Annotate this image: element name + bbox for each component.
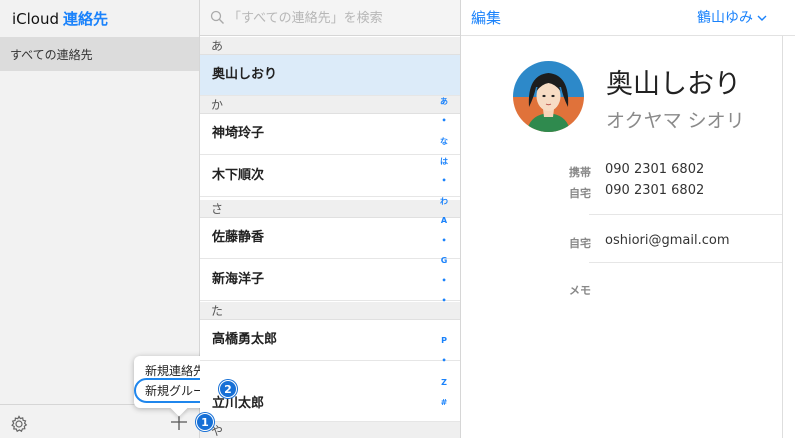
alpha-index-item[interactable]: な [434, 136, 454, 147]
field-label-home-phone: 自宅 [569, 187, 591, 200]
contact-detail-pane: 編集 鶴山ゆみ 奥山しおり オクヤマ シオリ 携帯 090 2301 6802 … [461, 0, 795, 438]
field-label-mobile: 携帯 [569, 166, 591, 179]
step-badge-2: 2 [219, 380, 237, 398]
alpha-index-item[interactable]: • [434, 176, 454, 185]
alpha-index-item[interactable]: G [434, 256, 454, 265]
contact-row[interactable]: 奥山しおり [200, 55, 460, 96]
gear-icon[interactable] [9, 414, 29, 434]
user-menu[interactable]: 鶴山ゆみ [697, 7, 767, 27]
group-all-contacts[interactable]: すべての連絡先 [0, 37, 199, 71]
brand-label: iCloud [12, 10, 60, 28]
contact-row[interactable]: 神埼玲子 [200, 114, 460, 155]
section-header-ka: か [200, 96, 460, 114]
field-value-mobile[interactable]: 090 2301 6802 [605, 162, 704, 177]
field-label-memo: メモ [569, 284, 591, 297]
contact-name: 奥山しおり [606, 69, 741, 100]
field-label-home-email: 自宅 [569, 237, 591, 250]
contact-row[interactable]: 新海洋子 [200, 260, 460, 301]
contact-row[interactable]: 佐藤静香 [200, 218, 460, 259]
edit-button[interactable]: 編集 [471, 7, 501, 28]
alpha-index-item[interactable]: A [434, 216, 454, 225]
search-input[interactable] [228, 7, 428, 29]
alpha-index-item[interactable]: Z [434, 378, 454, 387]
field-value-home-phone[interactable]: 090 2301 6802 [605, 183, 704, 198]
app-name-label: 連絡先 [63, 10, 109, 28]
alpha-index-item[interactable]: • [434, 296, 454, 305]
detail-header: 編集 鶴山ゆみ [461, 0, 795, 36]
alpha-index-item[interactable]: # [434, 398, 454, 407]
divider [589, 262, 783, 263]
app-title: iCloud 連絡先 [12, 8, 108, 29]
contact-list-pane: あ 奥山しおり か 神埼玲子 木下順次 さ 佐藤静香 新海洋子 た 高橋勇太郎 … [200, 0, 461, 438]
contact-row[interactable]: 立川太郎 [200, 362, 460, 422]
alpha-index-item[interactable]: わ [434, 196, 454, 207]
alpha-index-item[interactable]: • [434, 276, 454, 285]
alpha-index-item[interactable]: あ [434, 96, 454, 107]
section-header-ta: た [200, 302, 460, 320]
alphabet-index[interactable]: あ • な は • わ A • G • • P • Z # [434, 96, 454, 407]
contact-kana: オクヤマ シオリ [606, 110, 745, 132]
alpha-index-item[interactable]: • [434, 236, 454, 245]
field-value-home-email[interactable]: oshiori@gmail.com [605, 233, 730, 248]
divider [589, 214, 783, 215]
search-icon [210, 10, 224, 24]
section-header-ya: や [200, 422, 460, 438]
alpha-index-item[interactable]: • [434, 116, 454, 125]
alpha-index-item[interactable]: は [434, 156, 454, 167]
chevron-down-icon [757, 15, 767, 21]
search-box [200, 0, 460, 36]
step-badge-1: 1 [196, 413, 214, 431]
contact-row[interactable]: 木下順次 [200, 156, 460, 197]
avatar [513, 61, 584, 132]
section-header-a: あ [200, 37, 460, 55]
alpha-index-item[interactable]: P [434, 336, 454, 345]
pane-edge [782, 36, 783, 438]
sidebar-bottom-bar [0, 404, 199, 438]
section-header-sa: さ [200, 200, 460, 218]
contact-row[interactable]: 高橋勇太郎 [200, 320, 460, 361]
user-name-label: 鶴山ゆみ [697, 10, 753, 26]
alpha-index-item[interactable]: • [434, 356, 454, 365]
